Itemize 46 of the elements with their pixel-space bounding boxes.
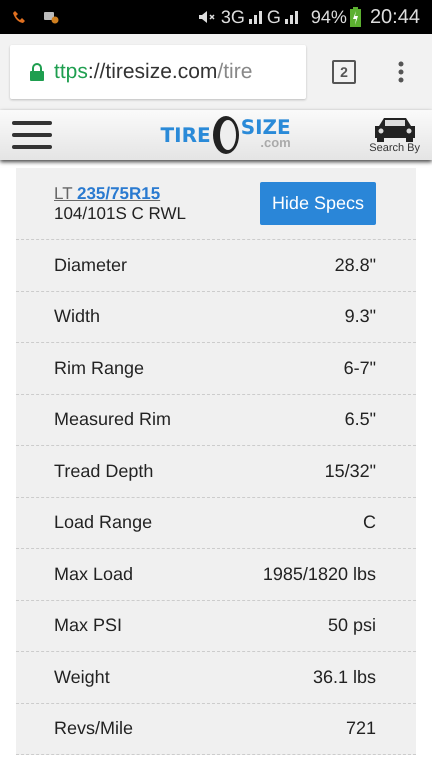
car-icon: [372, 116, 417, 142]
notification-icon: [43, 10, 59, 24]
logo-text[interactable]: TIRE: [160, 123, 211, 147]
spec-label: Revs/Mile: [54, 718, 134, 740]
search-by-button[interactable]: Search By: [369, 116, 420, 154]
spec-value: 6-7": [344, 358, 376, 379]
spec-value: 721: [346, 718, 376, 740]
spec-label: Measured Rim: [54, 409, 172, 430]
service-description: 104/101S C RWL: [54, 204, 186, 224]
signal-icon: [284, 9, 300, 25]
tire-icon: [210, 115, 241, 155]
network-type: G: [266, 6, 281, 28]
lock-icon: [30, 63, 44, 81]
spec-value: 36.1 lbs: [312, 666, 376, 688]
signal-icon: [248, 9, 264, 25]
tab-count-button[interactable]: 2: [332, 60, 356, 84]
spec-value: 15/32": [324, 460, 376, 482]
menu-icon[interactable]: [12, 121, 52, 149]
network-type: 3G: [220, 6, 245, 28]
spec-value: C: [363, 512, 376, 534]
url-host: ://tiresize.com: [88, 60, 218, 84]
spec-label: Max PSI: [54, 615, 122, 636]
phone-icon: [12, 10, 26, 24]
spec-label: Tread Depth: [54, 460, 154, 482]
logo-domain: .com: [260, 135, 291, 151]
spec-label: Load Range: [54, 512, 152, 534]
logo-text[interactable]: SIZE: [240, 119, 291, 135]
battery-charging-icon: [350, 7, 361, 27]
spec-label: Width: [54, 306, 100, 328]
url-path: /tire: [217, 60, 252, 84]
spec-value: 6.5": [344, 409, 376, 430]
spec-label: Diameter: [54, 254, 128, 276]
clock: 20:44: [370, 6, 420, 28]
battery-level: 94%: [310, 6, 347, 28]
spec-value: 28.8": [334, 254, 376, 276]
menu-icon[interactable]: [398, 61, 404, 83]
spec-label: Max Load: [54, 564, 134, 585]
spec-label: Weight: [54, 666, 110, 688]
spec-value: 9.3": [344, 306, 376, 328]
tire-size-link[interactable]: LT 235/75R15: [54, 184, 186, 204]
spec-value: 50 psi: [328, 615, 376, 636]
spec-value: 1985/1820 lbs: [262, 564, 376, 585]
url-scheme: ttps: [54, 60, 88, 84]
address-bar[interactable]: ttps://tiresize.com/tire: [10, 45, 306, 99]
hide-specs-button[interactable]: Hide Specs: [260, 182, 376, 225]
spec-label: Rim Range: [54, 358, 144, 379]
